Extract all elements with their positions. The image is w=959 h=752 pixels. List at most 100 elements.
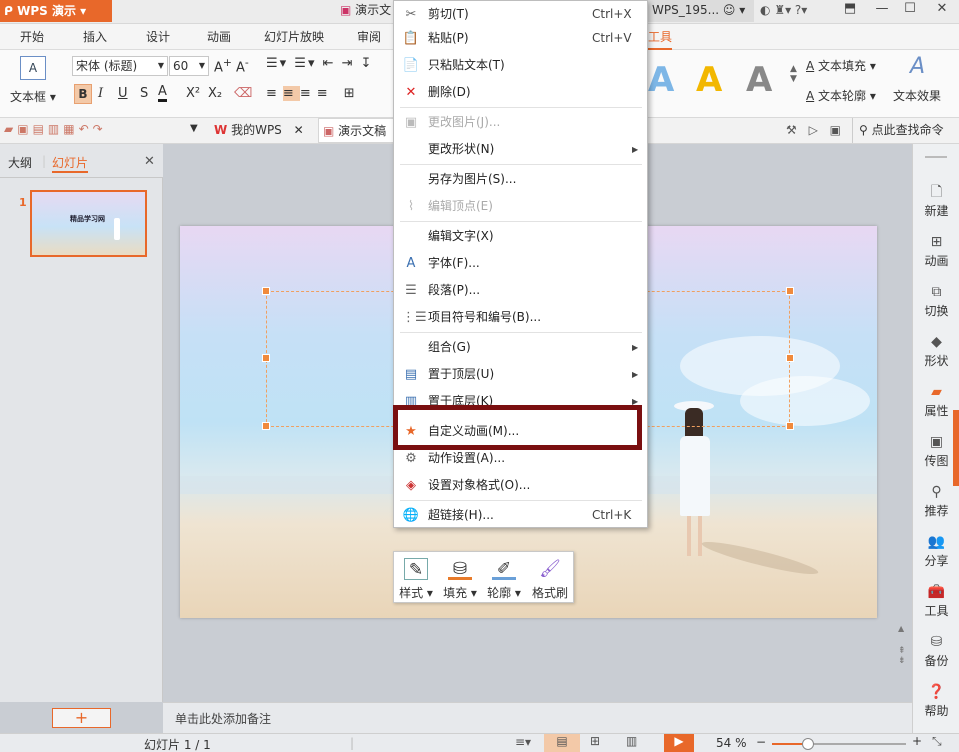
window-title[interactable]: WPS_195... ☺ ▾ <box>648 0 754 22</box>
textbox-icon[interactable]: A <box>20 56 46 80</box>
resize-handle[interactable] <box>786 287 794 295</box>
italic-button[interactable]: I <box>98 86 103 101</box>
resize-handle[interactable] <box>262 422 270 430</box>
tab-design[interactable]: 设计 <box>146 24 170 50</box>
menu-item-paragraph[interactable]: ☰ 段落(P)... <box>394 277 647 304</box>
clear-format-icon[interactable]: ⌫ <box>234 86 252 101</box>
delete-icon: ✕ <box>405 85 417 100</box>
zoom-in-icon[interactable]: + <box>912 734 922 748</box>
quickbar-tools-icons[interactable]: ⚒ ▷ ▣ <box>786 123 845 137</box>
vertical-scrollbar[interactable]: ▲ ⇞ ⇟ <box>896 150 910 678</box>
fit-window-icon[interactable]: ⤡ <box>932 734 942 749</box>
text-outline-button[interactable]: A 文本轮廓 ▾ <box>806 87 876 104</box>
menu-item-bullets[interactable]: ⋮☰ 项目符号和编号(B)... <box>394 304 647 331</box>
restore-icon[interactable]: ⬒ <box>836 0 864 20</box>
tab-insert[interactable]: 插入 <box>83 24 107 50</box>
zoom-slider[interactable] <box>772 738 906 750</box>
quick-access-icons[interactable]: ▰▣▤▥▦↶↷ <box>4 122 107 136</box>
menu-item-edit-text[interactable]: 编辑文字(X) <box>394 223 647 250</box>
resize-handle[interactable] <box>262 354 270 362</box>
pane-shape[interactable]: ◆ 形状 <box>913 330 959 374</box>
resize-handle[interactable] <box>786 422 794 430</box>
reading-view-icon[interactable]: ▥ <box>626 734 637 748</box>
quick-access-dropdown-icon[interactable]: ▼ <box>190 123 198 134</box>
app-logo-icon: ᑭ <box>4 4 18 18</box>
bold-button[interactable]: B <box>74 84 92 104</box>
shadow-button[interactable]: S <box>140 86 148 101</box>
tab-mywps[interactable]: W 我的WPS ✕ <box>210 118 314 143</box>
menu-item-group[interactable]: 组合(G) ▶ <box>394 334 647 361</box>
tab-outline[interactable]: 大纲 <box>8 154 32 171</box>
text-effect-button[interactable]: 文本效果 <box>893 87 941 104</box>
menu-item-delete[interactable]: ✕ 删除(D) <box>394 79 647 106</box>
pane-transition[interactable]: ⧉ 切换 <box>913 280 959 324</box>
pane-share[interactable]: 👥 分享 <box>913 530 959 574</box>
font-grow-icon[interactable]: A+ <box>214 56 232 75</box>
menu-item-cut[interactable]: ✂ 剪切(T) Ctrl+X <box>394 1 647 28</box>
tab-drawing-tools[interactable]: 工具 <box>648 24 673 50</box>
maximize-button[interactable]: ☐ <box>896 0 924 20</box>
textbox-button[interactable]: 文本框 ▾ <box>10 88 56 105</box>
resize-handle[interactable] <box>786 354 794 362</box>
minimize-button[interactable]: — <box>868 0 896 20</box>
zoom-level[interactable]: 54 % <box>716 736 747 750</box>
menu-item-hyperlink[interactable]: 🌐 超链接(H)... Ctrl+K <box>394 502 647 529</box>
underline-button[interactable]: U <box>118 86 128 101</box>
sorter-view-icon[interactable]: ⊞ <box>590 734 600 748</box>
menu-item-paste-text[interactable]: 📄 只粘贴文本(T) <box>394 52 647 79</box>
doc-icon: ▣ <box>323 124 335 138</box>
format-painter-button[interactable]: 🖌 格式刷 <box>528 556 572 602</box>
menu-item-paste[interactable]: 📋 粘贴(P) Ctrl+V <box>394 25 647 52</box>
pane-backup[interactable]: ⛁ 备份 <box>913 630 959 674</box>
align-buttons[interactable]: ≡≡≡≡ ⊞ <box>266 86 361 101</box>
outline-button[interactable]: ✐ 轮廓 ▾ <box>482 556 526 602</box>
menu-item-save-as-picture[interactable]: 另存为图片(S)... <box>394 166 647 193</box>
font-color-button[interactable]: A <box>158 84 167 102</box>
command-search[interactable]: ⚲ 点此查找命令 <box>852 118 959 143</box>
style-gallery-more-icon[interactable]: ▲ ▼ <box>790 64 797 84</box>
menu-item-change-shape[interactable]: 更改形状(N) ▶ <box>394 136 647 163</box>
tab-slideshow[interactable]: 幻灯片放映 <box>264 24 324 50</box>
title-toolbar-icons[interactable]: ◐ ♜▾ ?▾ <box>760 0 830 22</box>
tab-review[interactable]: 审阅 <box>357 24 381 50</box>
font-shrink-icon[interactable]: A- <box>236 56 249 75</box>
pane-tools[interactable]: 🧰 工具 <box>913 580 959 624</box>
add-slide-button[interactable]: + <box>52 708 111 728</box>
resize-handle[interactable] <box>262 287 270 295</box>
doc-title[interactable]: ▣ 演示文 <box>340 0 391 22</box>
menu-item-bring-front[interactable]: ▤ 置于顶层(U) ▶ <box>394 361 647 388</box>
text-style-gray[interactable]: A <box>746 60 772 100</box>
play-slideshow-icon[interactable]: ▶ <box>664 734 694 752</box>
fill-button[interactable]: ⛁ 填充 ▾ <box>438 556 482 602</box>
pane-recommend[interactable]: ⚲ 推荐 <box>913 480 959 524</box>
notes-area[interactable]: 单击此处添加备注 <box>163 702 912 733</box>
font-name-select[interactable]: 宋体 (标题) ▼ <box>72 56 168 76</box>
zoom-out-icon[interactable]: − <box>756 735 766 749</box>
zoom-knob[interactable] <box>802 738 815 750</box>
slide-thumbnail[interactable]: 精品学习网 <box>30 190 147 257</box>
style-button[interactable]: ✎ 样式 ▾ <box>394 556 438 602</box>
close-button[interactable]: ✕ <box>928 0 956 20</box>
text-fill-button[interactable]: A 文本填充 ▾ <box>806 57 876 74</box>
tab-animation[interactable]: 动画 <box>207 24 231 50</box>
pane-help[interactable]: ❓ 帮助 <box>913 680 959 724</box>
text-style-gold[interactable]: A <box>696 60 722 100</box>
subscript-button[interactable]: X₂ <box>208 86 222 101</box>
close-panel-icon[interactable]: ✕ <box>144 154 155 169</box>
list-buttons[interactable]: ☰▾ ☰▾ ⇤ ⇥ ↧ <box>266 56 374 71</box>
hyperlink-icon: 🌐 <box>402 508 420 523</box>
notes-toggle-icon[interactable]: ≡▾ <box>515 735 531 749</box>
tab-document[interactable]: ▣ 演示文稿 <box>318 118 394 143</box>
menu-item-format-object[interactable]: ◈ 设置对象格式(O)... <box>394 472 647 499</box>
superscript-button[interactable]: X² <box>186 86 200 101</box>
normal-view-icon[interactable]: ▤ <box>544 734 580 752</box>
menu-item-font[interactable]: A 字体(F)... <box>394 250 647 277</box>
text-style-blue[interactable]: A <box>648 60 674 100</box>
tab-slides[interactable]: 幻灯片 <box>52 154 89 173</box>
app-menu-button[interactable]: ᑭ WPS 演示 ▾ <box>0 0 112 22</box>
pane-new[interactable]: 🗋 新建 <box>913 180 959 224</box>
pane-animation[interactable]: ⊞ 动画 <box>913 230 959 274</box>
tab-home[interactable]: 开始 <box>20 24 44 50</box>
pane-scroll-indicator[interactable] <box>953 410 959 486</box>
font-size-select[interactable]: 60 ▼ <box>169 56 209 76</box>
